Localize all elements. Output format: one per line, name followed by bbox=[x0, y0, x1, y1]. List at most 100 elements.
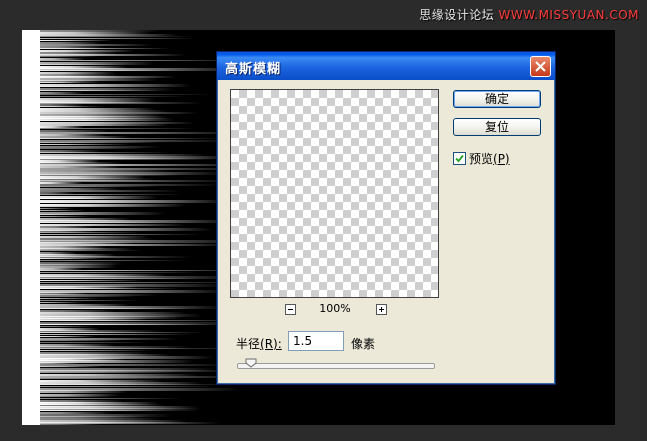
streak bbox=[32, 34, 179, 36]
streak bbox=[33, 294, 159, 296]
streak bbox=[35, 108, 155, 110]
streak bbox=[39, 112, 199, 114]
streak bbox=[30, 320, 248, 321]
streak bbox=[30, 98, 157, 100]
streak bbox=[36, 324, 219, 325]
streak bbox=[33, 280, 143, 281]
streak bbox=[30, 304, 130, 306]
streak bbox=[35, 250, 144, 251]
streak bbox=[33, 148, 147, 149]
preview-window[interactable] bbox=[230, 89, 439, 298]
preview-option[interactable]: 预览 (P) bbox=[453, 150, 510, 167]
streak bbox=[35, 418, 161, 420]
streak bbox=[33, 130, 110, 132]
streak bbox=[37, 258, 102, 259]
streak bbox=[30, 174, 181, 176]
checkmark-icon bbox=[455, 154, 464, 163]
zoom-out-button[interactable] bbox=[285, 304, 296, 315]
streak bbox=[35, 342, 148, 343]
streak bbox=[31, 410, 165, 411]
streak bbox=[32, 364, 229, 366]
radius-input[interactable] bbox=[288, 331, 344, 351]
streak bbox=[30, 248, 134, 250]
streak bbox=[32, 134, 106, 136]
streak bbox=[37, 122, 195, 124]
streak bbox=[33, 70, 174, 71]
streak bbox=[34, 142, 162, 143]
streak bbox=[31, 110, 167, 112]
streak bbox=[31, 384, 247, 385]
streak bbox=[31, 170, 172, 172]
close-button[interactable] bbox=[530, 56, 551, 77]
preview-hotkey: (P) bbox=[493, 151, 510, 166]
watermark-site-name: 思缘设计论坛 bbox=[419, 8, 495, 22]
streak bbox=[36, 44, 153, 46]
watermark: 思缘设计论坛 WWW.MISSYUAN.COM bbox=[419, 6, 639, 23]
streak bbox=[32, 204, 187, 206]
streak bbox=[33, 396, 116, 397]
zoom-in-button[interactable] bbox=[376, 304, 387, 315]
streak bbox=[36, 128, 196, 129]
streak bbox=[32, 298, 100, 299]
streak bbox=[39, 242, 134, 244]
streak bbox=[37, 82, 82, 83]
radius-slider-thumb[interactable] bbox=[245, 358, 257, 368]
streak bbox=[30, 106, 104, 107]
streak bbox=[37, 370, 233, 372]
preview-checkbox[interactable] bbox=[453, 152, 466, 165]
streak bbox=[34, 380, 163, 382]
streak bbox=[34, 60, 247, 61]
dialog-title: 高斯模糊 bbox=[225, 62, 282, 77]
streak bbox=[34, 36, 194, 37]
streak bbox=[32, 154, 205, 156]
streak bbox=[31, 412, 113, 414]
streak bbox=[35, 188, 120, 190]
streak bbox=[30, 398, 182, 399]
streak bbox=[31, 340, 124, 341]
streak bbox=[38, 256, 193, 258]
streak bbox=[36, 202, 80, 203]
streak bbox=[32, 296, 138, 297]
streak bbox=[31, 214, 87, 215]
plus-icon bbox=[379, 307, 384, 312]
streak bbox=[30, 32, 151, 34]
watermark-url: WWW.MISSYUAN.COM bbox=[498, 8, 639, 22]
streak bbox=[38, 124, 170, 126]
streak bbox=[37, 230, 97, 232]
radius-label: 半径 bbox=[236, 337, 261, 351]
streak bbox=[37, 338, 178, 340]
zoom-level: 100% bbox=[319, 302, 351, 315]
streak bbox=[32, 92, 84, 94]
streak bbox=[30, 266, 117, 268]
streak bbox=[35, 38, 197, 39]
streak bbox=[34, 378, 187, 379]
streak bbox=[36, 72, 116, 74]
streak bbox=[34, 224, 186, 226]
streak bbox=[36, 424, 102, 425]
ok-button[interactable]: 确定 bbox=[453, 90, 541, 108]
streak bbox=[31, 272, 199, 273]
streak bbox=[30, 194, 183, 195]
reset-button[interactable]: 复位 bbox=[453, 118, 541, 136]
streak bbox=[36, 366, 102, 367]
streak bbox=[30, 234, 201, 235]
streak bbox=[37, 222, 162, 223]
streak bbox=[30, 374, 198, 376]
streak bbox=[37, 164, 244, 166]
streak bbox=[30, 236, 150, 238]
streak bbox=[34, 56, 99, 57]
radius-slider-track[interactable] bbox=[237, 363, 435, 369]
minus-icon bbox=[288, 309, 293, 310]
streak bbox=[32, 90, 162, 91]
streak bbox=[39, 42, 102, 44]
streak bbox=[36, 58, 86, 60]
streak bbox=[36, 394, 121, 396]
streak bbox=[31, 312, 187, 314]
streak bbox=[37, 278, 200, 279]
streak bbox=[31, 208, 74, 209]
streak bbox=[30, 50, 135, 52]
streak bbox=[30, 76, 177, 78]
streak bbox=[30, 144, 131, 145]
streak bbox=[33, 138, 223, 139]
dialog-titlebar[interactable]: 高斯模糊 bbox=[217, 52, 555, 80]
